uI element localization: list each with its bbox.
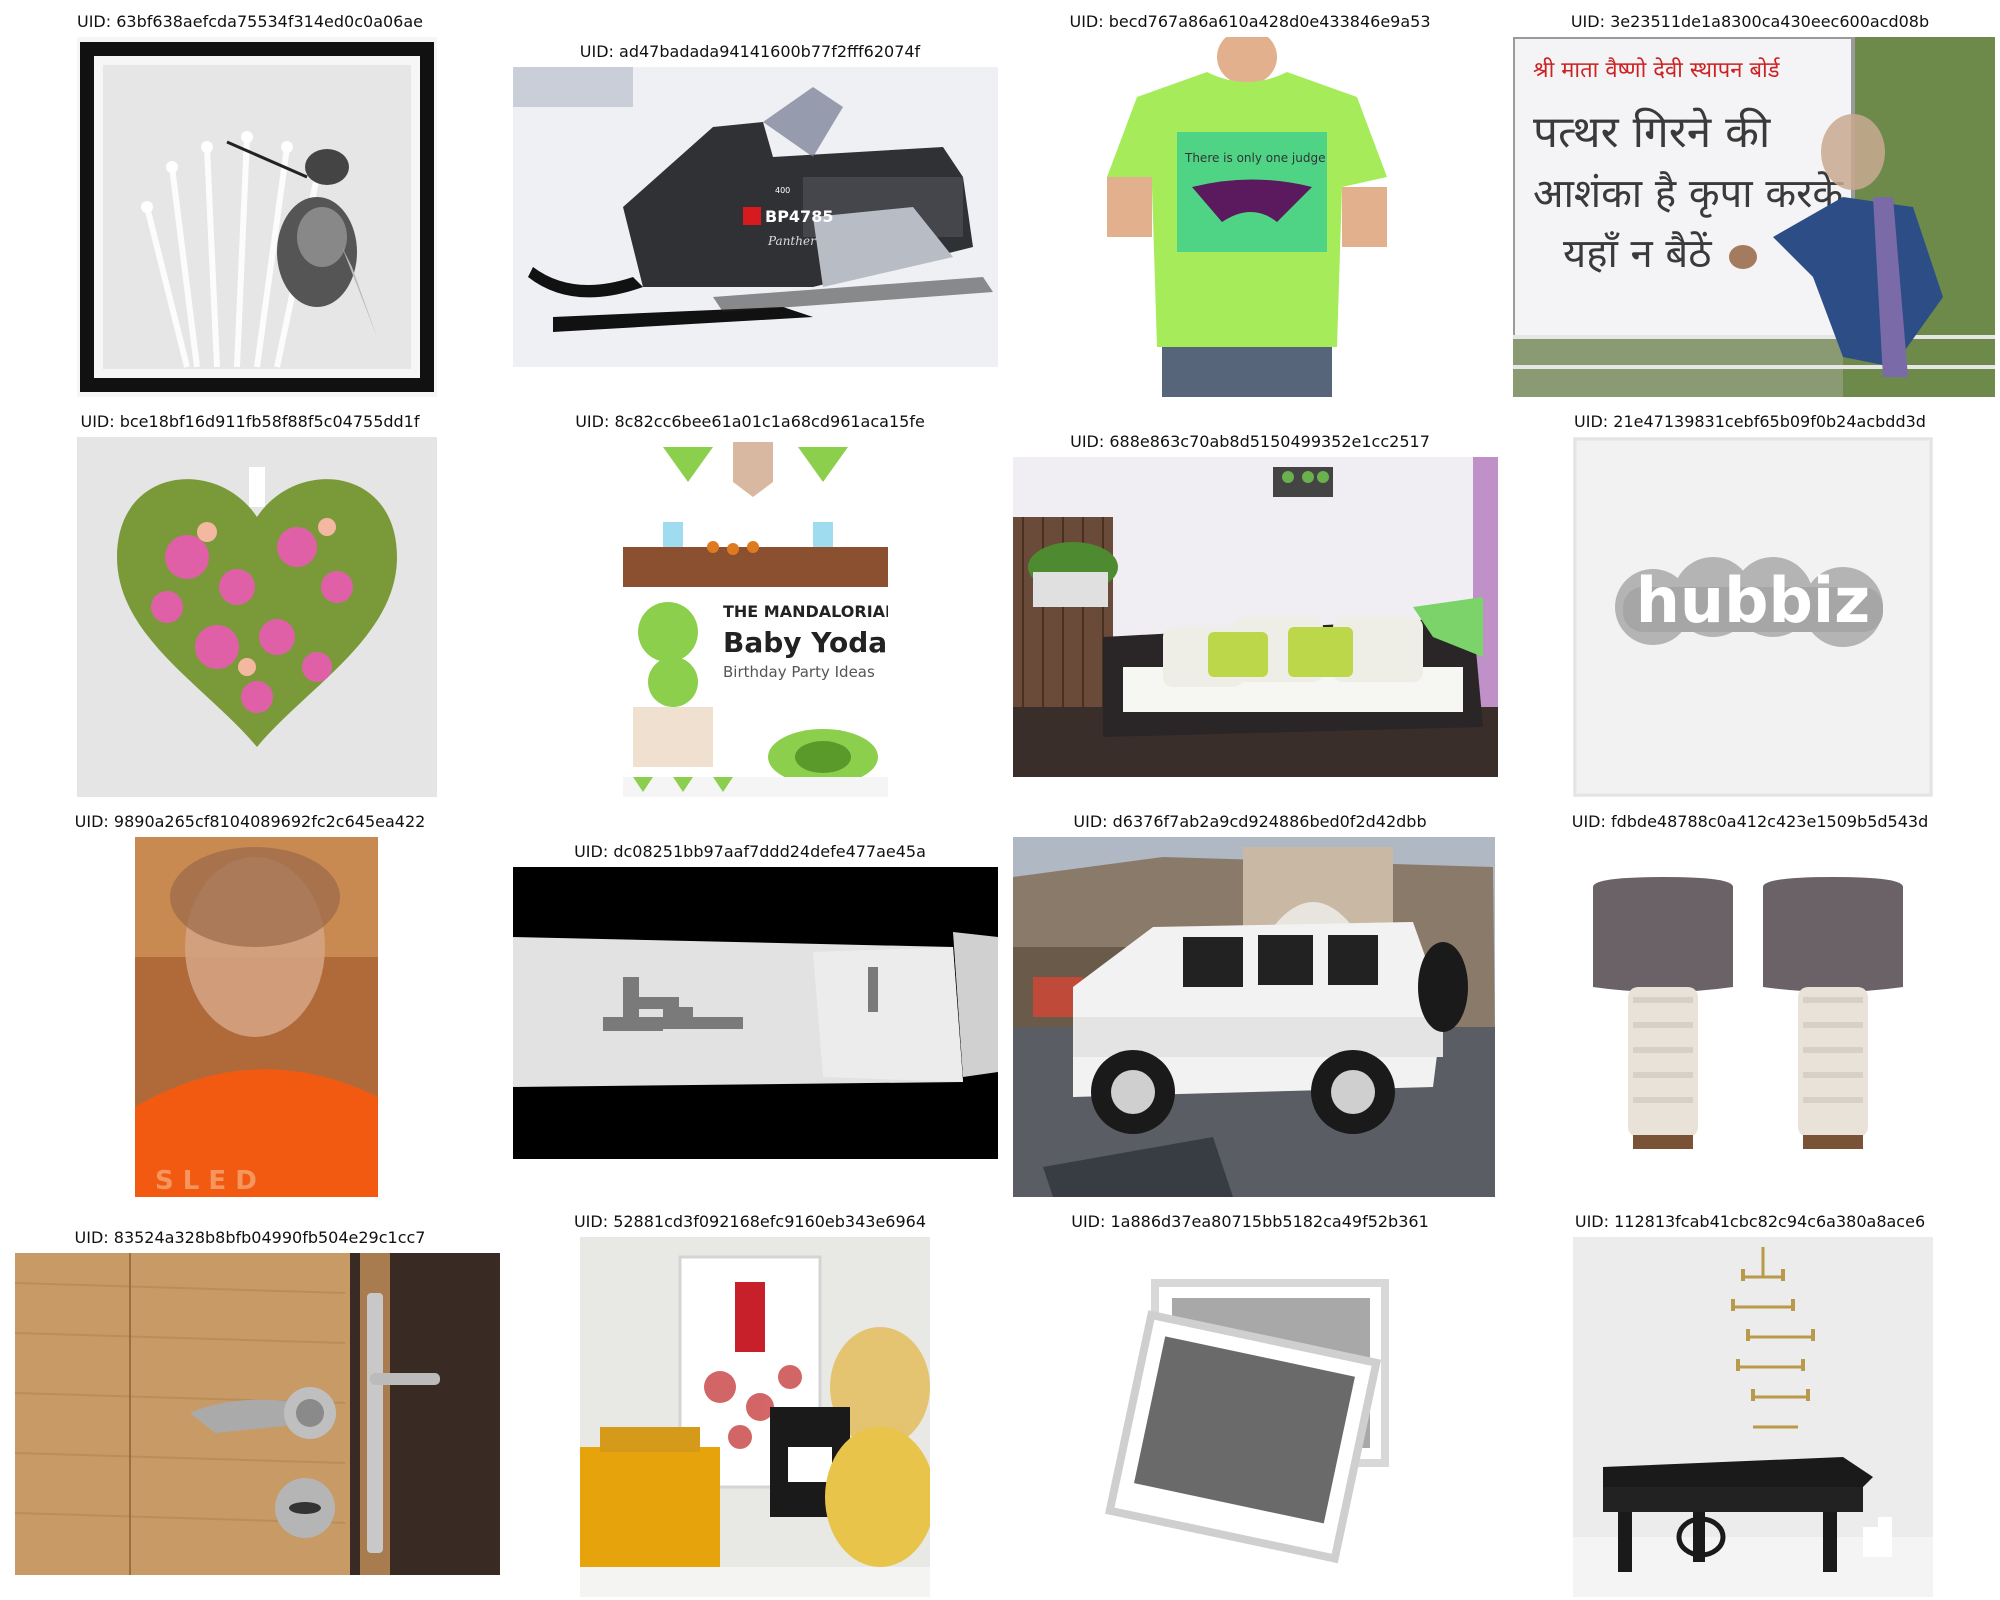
uid-prefix: UID: bbox=[574, 842, 614, 861]
thumbnail-image[interactable]: THE MANDALORIAN Baby Yoda Birthday Party… bbox=[623, 437, 888, 797]
snowmobile-plate: BP4785 bbox=[765, 207, 833, 226]
thumbnail-image[interactable] bbox=[77, 437, 437, 797]
party-caption: Birthday Party Ideas bbox=[723, 663, 875, 681]
grid-cell: UID: dc08251bb97aaf7ddd24defe477ae45a bbox=[500, 800, 1000, 1200]
uid-value: fdbde48788c0a412c423e1509b5d543d bbox=[1610, 812, 1929, 831]
shirt-text: There is only one judge bbox=[1184, 151, 1325, 165]
uid-value: 112813fcab41cbc82c94c6a380a8ace6 bbox=[1614, 1212, 1926, 1231]
uid-value: 52881cd3f092168efc9160eb343e6964 bbox=[613, 1212, 927, 1231]
grid-cell: UID: ad47badada94141600b77f2fff62074f BP… bbox=[500, 0, 1000, 400]
uid-label: UID: d6376f7ab2a9cd924886bed0f2d42dbb bbox=[1000, 812, 1500, 831]
uid-prefix: UID: bbox=[77, 12, 117, 31]
uid-label: UID: 688e863c70ab8d5150499352e1cc2517 bbox=[1000, 432, 1500, 451]
thumbnail-image[interactable] bbox=[580, 1237, 930, 1597]
thumbnail-image[interactable]: There is only one judge bbox=[1107, 37, 1387, 397]
grid-cell: UID: 3e23511de1a8300ca430eec600acd08b श्… bbox=[1500, 0, 2000, 400]
uid-label: UID: 1a886d37ea80715bb5182ca49f52b361 bbox=[1000, 1212, 1500, 1231]
hubbiz-logo-text: hubbiz bbox=[1636, 564, 1870, 637]
uid-label: UID: becd767a86a610a428d0e433846e9a53 bbox=[1000, 12, 1500, 31]
uid-prefix: UID: bbox=[1570, 12, 1611, 31]
sign-line-3: आशंका है कृपा करके bbox=[1533, 171, 1844, 218]
svg-text:S L E D: S L E D bbox=[155, 1166, 257, 1196]
photo-placeholder-icon bbox=[1100, 1268, 1400, 1568]
thumbnail-image[interactable] bbox=[77, 37, 437, 397]
uid-prefix: UID: bbox=[74, 1228, 114, 1247]
uid-value: 3e23511de1a8300ca430eec600acd08b bbox=[1610, 12, 1930, 31]
uid-value: 83524a328b8bfb04990fb504e29c1cc7 bbox=[113, 1228, 426, 1247]
grid-cell: UID: 52881cd3f092168efc9160eb343e6964 bbox=[500, 1200, 1000, 1600]
uid-prefix: UID: bbox=[1574, 1212, 1615, 1231]
grid-cell: UID: 63bf638aefcda75534f314ed0c0a06ae bbox=[0, 0, 500, 400]
snowmobile-model: 400 bbox=[775, 186, 790, 195]
thumbnail-image[interactable]: श्री माता वैष्णो देवी स्थापन बोर्ड पत्थर… bbox=[1513, 37, 1995, 397]
grid-cell: UID: bce18bf16d911fb58f88f5c04755dd1f bbox=[0, 400, 500, 800]
uid-label: UID: 3e23511de1a8300ca430eec600acd08b bbox=[1500, 12, 2000, 31]
sign-line-2: पत्थर गिरने की bbox=[1533, 107, 1772, 158]
uid-value: ad47badada94141600b77f2fff62074f bbox=[619, 42, 921, 61]
uid-prefix: UID: bbox=[1574, 412, 1614, 431]
uid-value: 21e47139831cebf65b09f0b24acbdd3d bbox=[1613, 412, 1926, 431]
grid-cell: UID: 112813fcab41cbc82c94c6a380a8ace6 bbox=[1500, 1200, 2000, 1600]
uid-label: UID: 8c82cc6bee61a01c1a68cd961aca15fe bbox=[500, 412, 1000, 431]
grid-cell: UID: 21e47139831cebf65b09f0b24acbdd3d hu… bbox=[1500, 400, 2000, 800]
uid-label: UID: 83524a328b8bfb04990fb504e29c1cc7 bbox=[0, 1228, 500, 1247]
uid-label: UID: bce18bf16d911fb58f88f5c04755dd1f bbox=[0, 412, 500, 431]
thumbnail-image[interactable] bbox=[1573, 1237, 1933, 1597]
grid-cell: UID: fdbde48788c0a412c423e1509b5d543d bbox=[1500, 800, 2000, 1200]
uid-label: UID: 9890a265cf8104089692fc2c645ea422 bbox=[0, 812, 500, 831]
party-subtitle: Baby Yoda bbox=[723, 626, 887, 659]
thumbnail-image[interactable]: hubbiz bbox=[1573, 437, 1933, 797]
grid-cell: UID: 1a886d37ea80715bb5182ca49f52b361 bbox=[1000, 1200, 1500, 1600]
uid-prefix: UID: bbox=[1073, 812, 1113, 831]
uid-value: bce18bf16d911fb58f88f5c04755dd1f bbox=[119, 412, 420, 431]
uid-value: becd767a86a610a428d0e433846e9a53 bbox=[1108, 12, 1431, 31]
uid-label: UID: fdbde48788c0a412c423e1509b5d543d bbox=[1500, 812, 2000, 831]
uid-value: 1a886d37ea80715bb5182ca49f52b361 bbox=[1110, 1212, 1429, 1231]
uid-label: UID: 112813fcab41cbc82c94c6a380a8ace6 bbox=[1500, 1212, 2000, 1231]
uid-prefix: UID: bbox=[1571, 812, 1611, 831]
thumbnail-image[interactable] bbox=[513, 867, 998, 1159]
sign-line-1: श्री माता वैष्णो देवी स्थापन बोर्ड bbox=[1533, 57, 1780, 83]
grid-cell: UID: becd767a86a610a428d0e433846e9a53 Th… bbox=[1000, 0, 1500, 400]
uid-label: UID: 63bf638aefcda75534f314ed0c0a06ae bbox=[0, 12, 500, 31]
uid-prefix: UID: bbox=[575, 412, 615, 431]
grid-cell: UID: 688e863c70ab8d5150499352e1cc2517 bbox=[1000, 400, 1500, 800]
grid-cell: UID: 9890a265cf8104089692fc2c645ea422 S … bbox=[0, 800, 500, 1200]
thumbnail-image[interactable] bbox=[15, 1253, 500, 1575]
uid-label: UID: ad47badada94141600b77f2fff62074f bbox=[500, 42, 1000, 61]
thumbnail-image[interactable]: S L E D bbox=[135, 837, 378, 1197]
thumbnail-image[interactable] bbox=[1013, 457, 1498, 777]
grid-cell: UID: 83524a328b8bfb04990fb504e29c1cc7 bbox=[0, 1200, 500, 1600]
grid-cell: UID: d6376f7ab2a9cd924886bed0f2d42dbb bbox=[1000, 800, 1500, 1200]
uid-value: 8c82cc6bee61a01c1a68cd961aca15fe bbox=[614, 412, 925, 431]
party-title: THE MANDALORIAN bbox=[723, 602, 888, 621]
uid-prefix: UID: bbox=[1070, 432, 1110, 451]
uid-prefix: UID: bbox=[74, 812, 114, 831]
thumbnail-image[interactable]: BP4785 400 Panther bbox=[513, 67, 998, 367]
uid-value: d6376f7ab2a9cd924886bed0f2d42dbb bbox=[1112, 812, 1427, 831]
uid-prefix: UID: bbox=[573, 1212, 614, 1231]
uid-prefix: UID: bbox=[579, 42, 620, 61]
uid-value: 688e863c70ab8d5150499352e1cc2517 bbox=[1109, 432, 1430, 451]
uid-value: 9890a265cf8104089692fc2c645ea422 bbox=[113, 812, 426, 831]
uid-prefix: UID: bbox=[1069, 12, 1109, 31]
uid-value: 63bf638aefcda75534f314ed0c0a06ae bbox=[116, 12, 423, 31]
sign-line-4: यहाँ न बैठें bbox=[1563, 231, 1712, 277]
uid-prefix: UID: bbox=[80, 412, 120, 431]
uid-prefix: UID: bbox=[1071, 1212, 1111, 1231]
thumbnail-image[interactable] bbox=[1013, 837, 1495, 1197]
uid-label: UID: dc08251bb97aaf7ddd24defe477ae45a bbox=[500, 842, 1000, 861]
uid-label: UID: 52881cd3f092168efc9160eb343e6964 bbox=[500, 1212, 1000, 1231]
grid-cell: UID: 8c82cc6bee61a01c1a68cd961aca15fe TH… bbox=[500, 400, 1000, 800]
uid-value: dc08251bb97aaf7ddd24defe477ae45a bbox=[613, 842, 926, 861]
snowmobile-brand: Panther bbox=[767, 234, 817, 248]
uid-label: UID: 21e47139831cebf65b09f0b24acbdd3d bbox=[1500, 412, 2000, 431]
thumbnail-image[interactable] bbox=[1573, 837, 1933, 1197]
